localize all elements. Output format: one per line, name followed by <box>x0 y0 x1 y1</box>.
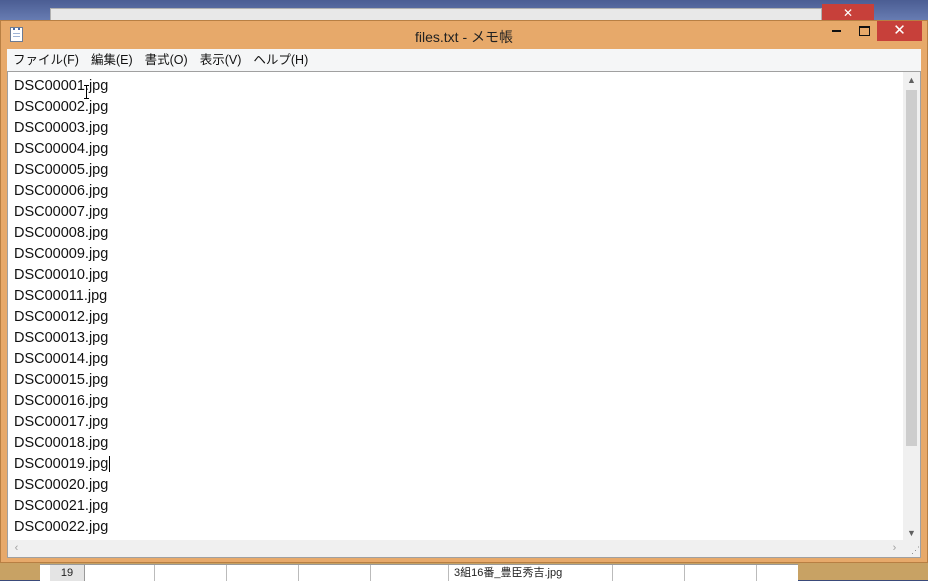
line-text: DSC00003.jpg <box>14 120 109 136</box>
text-line[interactable]: DSC00007.jpg <box>14 202 904 223</box>
text-line[interactable]: DSC00010.jpg <box>14 265 904 286</box>
background-spreadsheet: 19 3組16番_豊臣秀吉.jpg <box>40 564 798 581</box>
text-line[interactable]: DSC00019.jpg <box>14 454 904 475</box>
line-text: DSC00002.jpg <box>14 99 109 115</box>
close-button[interactable]: ✕ <box>877 21 922 41</box>
spreadsheet-gridline <box>684 565 685 581</box>
scroll-right-arrow-icon[interactable]: › <box>886 540 903 557</box>
text-line[interactable]: DSC00001.jpg <box>14 76 904 97</box>
text-line[interactable]: DSC00006.jpg <box>14 181 904 202</box>
line-text: DSC00008.jpg <box>14 225 109 241</box>
menu-help[interactable]: ヘルプ(H) <box>247 49 314 71</box>
text-line[interactable]: DSC00022.jpg <box>14 517 904 538</box>
minimize-button[interactable] <box>823 21 849 41</box>
notepad-window: files.txt - メモ帳 ✕ ファイル(F) 編集(E) 書式(O) 表示(V)… <box>0 20 928 563</box>
line-text: DSC00011.jpg <box>14 288 108 304</box>
line-text: DSC00016.jpg <box>14 393 109 409</box>
maximize-button[interactable] <box>851 21 877 41</box>
text-caret <box>109 456 111 473</box>
spreadsheet-gridline <box>448 565 449 581</box>
text-line[interactable]: DSC00003.jpg <box>14 118 904 139</box>
spreadsheet-cell[interactable]: 3組16番_豊臣秀吉.jpg <box>454 565 562 581</box>
menu-bar: ファイル(F) 編集(E) 書式(O) 表示(V) ヘルプ(H) <box>7 49 921 72</box>
window-title: files.txt - メモ帳 <box>414 29 513 45</box>
text-line[interactable]: DSC00020.jpg <box>14 475 904 496</box>
text-line[interactable]: DSC00008.jpg <box>14 223 904 244</box>
line-text: DSC00014.jpg <box>14 351 109 367</box>
horizontal-scrollbar[interactable]: ‹ › <box>8 540 903 557</box>
text-line[interactable]: DSC00013.jpg <box>14 328 904 349</box>
text-line[interactable]: DSC00012.jpg <box>14 307 904 328</box>
line-text: DSC00020.jpg <box>14 477 109 493</box>
spreadsheet-gridline <box>756 565 757 581</box>
text-line[interactable]: DSC00018.jpg <box>14 433 904 454</box>
menu-view[interactable]: 表示(V) <box>194 49 248 71</box>
maximize-icon <box>858 26 870 36</box>
text-line[interactable]: DSC00011.jpg <box>14 286 904 307</box>
line-text: DSC00009.jpg <box>14 246 109 262</box>
line-text: DSC00004.jpg <box>14 141 109 157</box>
menu-format[interactable]: 書式(O) <box>139 49 194 71</box>
line-text: DSC00001.jpg <box>14 78 109 94</box>
spreadsheet-gridline <box>370 565 371 581</box>
text-editor[interactable]: DSC00001.jpg DSC00002.jpg DSC00003.jpg D… <box>7 71 921 558</box>
text-line[interactable]: DSC00016.jpg <box>14 391 904 412</box>
text-line[interactable]: DSC00002.jpg <box>14 97 904 118</box>
line-text: DSC00007.jpg <box>14 204 109 220</box>
close-icon: ✕ <box>893 22 906 39</box>
line-text: DSC00017.jpg <box>14 414 109 430</box>
text-line[interactable]: DSC00017.jpg <box>14 412 904 433</box>
title-bar[interactable]: files.txt - メモ帳 ✕ <box>1 21 927 49</box>
line-text: DSC00021.jpg <box>14 498 109 514</box>
menu-file[interactable]: ファイル(F) <box>7 49 85 71</box>
line-text: DSC00013.jpg <box>14 330 109 346</box>
spreadsheet-gridline <box>298 565 299 581</box>
line-text: DSC00012.jpg <box>14 309 109 325</box>
minimize-icon <box>831 30 841 32</box>
scroll-left-arrow-icon[interactable]: ‹ <box>8 540 25 557</box>
text-line[interactable]: DSC00021.jpg <box>14 496 904 517</box>
line-text: DSC00022.jpg <box>14 519 109 535</box>
text-line[interactable]: DSC00015.jpg <box>14 370 904 391</box>
spreadsheet-gridline <box>612 565 613 581</box>
line-text: DSC00018.jpg <box>14 435 109 451</box>
line-text: DSC00006.jpg <box>14 183 109 199</box>
line-text: DSC00010.jpg <box>14 267 109 283</box>
line-text: DSC00005.jpg <box>14 162 109 178</box>
text-line[interactable]: DSC00004.jpg <box>14 139 904 160</box>
scroll-up-arrow-icon[interactable]: ▲ <box>903 72 920 89</box>
text-line[interactable]: DSC00005.jpg <box>14 160 904 181</box>
menu-edit[interactable]: 編集(E) <box>85 49 139 71</box>
spreadsheet-gridline <box>226 565 227 581</box>
line-text: DSC00019.jpg <box>14 456 109 472</box>
text-area[interactable]: DSC00001.jpg DSC00002.jpg DSC00003.jpg D… <box>14 76 904 546</box>
text-line[interactable]: DSC00014.jpg <box>14 349 904 370</box>
spreadsheet-row-number: 19 <box>50 565 85 581</box>
ibeam-cursor-icon <box>84 85 89 99</box>
spreadsheet-gridline <box>154 565 155 581</box>
vertical-scroll-thumb[interactable] <box>906 90 917 446</box>
line-text: DSC00015.jpg <box>14 372 109 388</box>
vertical-scrollbar[interactable]: ▲ ▼ <box>903 72 920 542</box>
resize-grip-icon[interactable]: ⋰ <box>903 540 920 557</box>
text-line[interactable]: DSC00009.jpg <box>14 244 904 265</box>
